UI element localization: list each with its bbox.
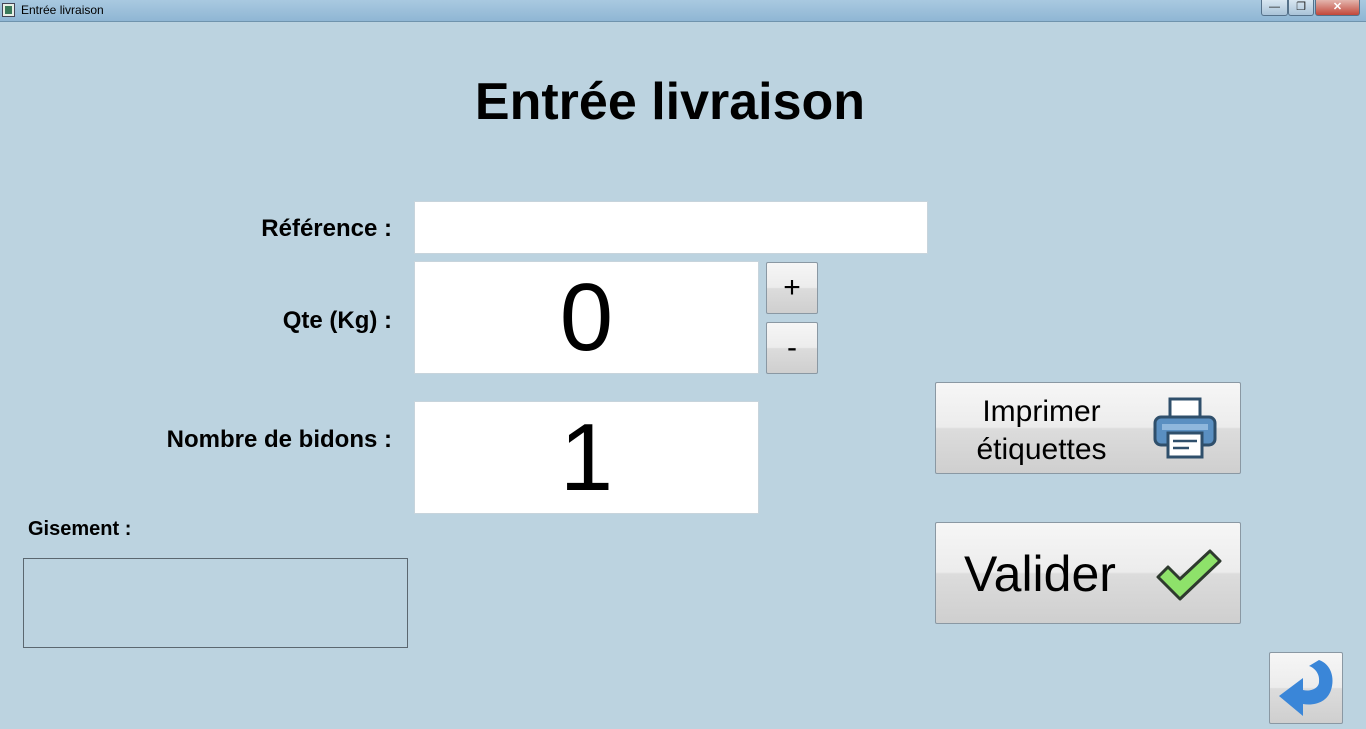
back-button[interactable]: [1269, 652, 1343, 724]
containers-field[interactable]: 1: [414, 401, 759, 514]
maximize-button[interactable]: ❐: [1288, 0, 1314, 16]
print-labels-text: Imprimer étiquettes: [944, 393, 1139, 469]
print-labels-button[interactable]: Imprimer étiquettes: [935, 382, 1241, 474]
location-label: Gisement :: [28, 518, 132, 540]
increment-label: +: [783, 271, 801, 304]
window-title: Entrée livraison: [21, 3, 104, 17]
close-button[interactable]: ✕: [1315, 0, 1360, 16]
printer-icon: [1153, 397, 1217, 459]
location-box[interactable]: [23, 558, 408, 648]
reference-input[interactable]: [414, 201, 928, 254]
app-icon: [2, 3, 15, 17]
validate-label: Valider: [964, 546, 1116, 602]
quantity-field[interactable]: 0: [414, 261, 759, 374]
checkmark-icon: [1156, 549, 1222, 601]
quantity-label: Qte (Kg) :: [282, 307, 392, 334]
print-labels-line2: étiquettes: [976, 433, 1107, 466]
print-labels-line1: Imprimer: [982, 395, 1101, 428]
increment-button[interactable]: +: [766, 262, 818, 314]
containers-value: 1: [559, 403, 614, 511]
quantity-value: 0: [559, 263, 614, 371]
back-arrow-icon: [1279, 660, 1333, 716]
decrement-label: -: [787, 331, 797, 364]
containers-label: Nombre de bidons :: [166, 426, 392, 453]
reference-label: Référence :: [261, 215, 392, 242]
validate-button[interactable]: Valider: [935, 522, 1241, 624]
page-title: Entrée livraison: [474, 73, 866, 131]
minimize-button[interactable]: —: [1261, 0, 1288, 16]
window-titlebar: Entrée livraison — ❐ ✕: [0, 0, 1366, 22]
decrement-button[interactable]: -: [766, 322, 818, 374]
